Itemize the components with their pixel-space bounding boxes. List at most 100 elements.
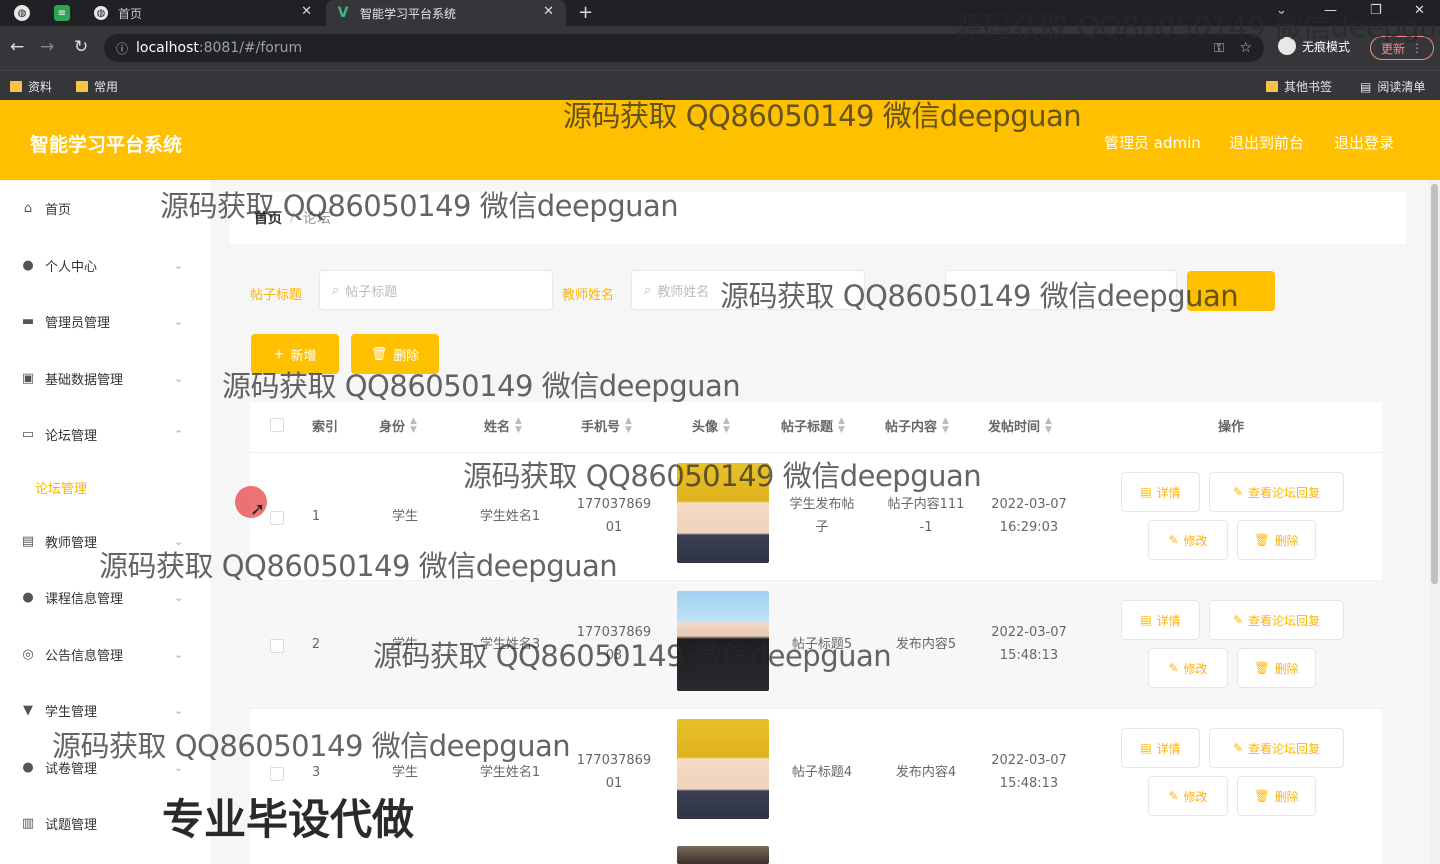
col-index[interactable]: 索引 xyxy=(312,416,338,435)
cell-title: 帖子标题4 xyxy=(778,761,866,784)
col-content[interactable]: 帖子内容 ▲ ▼ xyxy=(885,416,949,435)
col-title[interactable]: 帖子标题 ▲ ▼ xyxy=(781,416,845,435)
cell-time: 2022-03-07 15:48:13 xyxy=(982,621,1076,667)
sidebar-item-admins[interactable]: ▬ 管理员管理 ⌄ xyxy=(0,293,210,349)
sidebar-item-label: 试题管理 xyxy=(45,817,98,833)
app-shortcut-icon[interactable]: ≡ xyxy=(54,5,70,21)
content-line: 发布内容5 xyxy=(895,637,957,652)
select-all-checkbox[interactable] xyxy=(270,418,284,432)
row-checkbox[interactable] xyxy=(270,639,284,653)
row-checkbox[interactable] xyxy=(270,511,284,525)
trash-icon: 🗑 xyxy=(370,346,388,362)
sidebar-item-basedata[interactable]: ▣ 基础数据管理 ⌄ xyxy=(0,350,210,406)
col-role[interactable]: 身份 ▲ ▼ xyxy=(379,416,417,435)
sidebar-item-label: 管理员管理 xyxy=(45,315,111,331)
back-icon[interactable]: ← xyxy=(10,38,24,56)
sidebar-item-notices[interactable]: ◎ 公告信息管理 ⌄ xyxy=(0,626,210,682)
col-label: 头像 xyxy=(692,420,719,435)
chat-icon: ▭ xyxy=(21,426,35,442)
sidebar-item-label: 课程信息管理 xyxy=(45,591,124,607)
pencil-icon: ✎ xyxy=(1232,485,1244,499)
scrollbar-thumb[interactable] xyxy=(1431,184,1438,584)
phone-line: 177037869 xyxy=(576,497,652,512)
row-checkbox[interactable] xyxy=(270,767,284,781)
tab-close-icon[interactable]: ✕ xyxy=(301,4,312,19)
cell-phone: 177037869 01 xyxy=(568,493,660,539)
col-avatar[interactable]: 头像 ▲ ▼ xyxy=(692,416,730,435)
to-front-link[interactable]: 退出到前台 xyxy=(1229,132,1304,153)
col-phone[interactable]: 手机号 ▲ ▼ xyxy=(581,416,632,435)
info-icon[interactable]: ⓘ xyxy=(116,40,128,57)
cell-content: 帖子内容111 -1 xyxy=(878,493,974,539)
title-search-label: 帖子标题 xyxy=(250,288,303,303)
sidebar-item-label: 基础数据管理 xyxy=(45,372,124,388)
bookmark-folder-2[interactable]: 常用 xyxy=(76,78,118,95)
view-reply-button[interactable]: ✎ 查看论坛回复 xyxy=(1209,472,1344,512)
forward-icon[interactable]: → xyxy=(40,38,54,56)
col-label: 帖子标题 xyxy=(781,420,834,435)
cell-name: 学生姓名1 xyxy=(479,509,541,524)
pencil-icon: ✎ xyxy=(1168,533,1179,547)
col-label: 索引 xyxy=(312,420,339,435)
title-search-input[interactable]: ⌕ 帖子标题 xyxy=(319,270,553,310)
vue-logo-icon: V xyxy=(337,5,349,21)
detail-button[interactable]: ▤ 详情 xyxy=(1121,472,1200,512)
sort-icon: ▲ ▼ xyxy=(1045,415,1052,435)
view-reply-button[interactable]: ✎ 查看论坛回复 xyxy=(1209,728,1344,768)
detail-button[interactable]: ▤ 详情 xyxy=(1121,728,1200,768)
col-name[interactable]: 姓名 ▲ ▼ xyxy=(484,416,522,435)
edit-button[interactable]: ✎ 修改 xyxy=(1148,520,1228,560)
delete-button[interactable]: 🗑 删除 xyxy=(1237,776,1316,816)
browser-globe-icon[interactable]: ◍ xyxy=(14,5,30,21)
tab-close-icon[interactable]: ✕ xyxy=(543,4,554,19)
edit-button[interactable]: ✎ 修改 xyxy=(1148,776,1228,816)
date-line: 2022-03-07 xyxy=(991,497,1067,512)
cell-content: 发布内容4 xyxy=(878,761,974,784)
other-bookmarks[interactable]: 其他书签 xyxy=(1266,78,1332,95)
logout-link[interactable]: 退出登录 xyxy=(1334,132,1394,153)
reading-list[interactable]: ▤ 阅读清单 xyxy=(1360,78,1425,95)
date-line: 2022-03-07 xyxy=(991,753,1067,768)
reload-icon[interactable]: ↻ xyxy=(74,38,88,56)
tab-platform-label: 智能学习平台系统 xyxy=(360,6,457,21)
chevron-down-icon: ⌄ xyxy=(174,314,184,328)
op-label: 查看论坛回复 xyxy=(1248,613,1321,628)
cell-index: 2 xyxy=(311,637,321,652)
user-icon: ● xyxy=(22,589,34,605)
watermark: 源码获取 QQ86050149 微信deepguan xyxy=(222,369,741,403)
delete-button[interactable]: 🗑 删除 xyxy=(1237,648,1316,688)
bookmark-label: 阅读清单 xyxy=(1377,80,1426,94)
op-label: 详情 xyxy=(1156,485,1181,500)
watermark: 源码获取 QQ86050149 微信deepguan xyxy=(373,639,892,673)
submenu-forum-manage[interactable]: 论坛管理 xyxy=(0,462,210,512)
sort-icon: ▲ ▼ xyxy=(723,415,730,435)
op-label: 详情 xyxy=(1156,741,1181,756)
cell-index: 1 xyxy=(311,509,321,524)
document-icon: ▤ xyxy=(1140,485,1152,499)
promo-banner: 专业毕设代做 xyxy=(162,795,415,844)
detail-button[interactable]: ▤ 详情 xyxy=(1121,600,1200,640)
col-time[interactable]: 发帖时间 ▲ ▼ xyxy=(988,416,1052,435)
bookmark-label: 其他书签 xyxy=(1284,80,1333,94)
content-line: 发布内容4 xyxy=(895,765,957,780)
add-label: 新增 xyxy=(290,348,317,364)
tab-platform[interactable]: V 智能学习平台系统 ✕ xyxy=(326,0,566,26)
watermark: 源码获取 QQ86050149 微信deepguan xyxy=(99,549,618,583)
date-line: 2022-03-07 xyxy=(991,625,1067,640)
watermark: 源码获取 QQ86050149 微信deepguan xyxy=(463,459,982,493)
view-reply-button[interactable]: ✎ 查看论坛回复 xyxy=(1209,600,1344,640)
delete-button[interactable]: 🗑 删除 xyxy=(1237,520,1316,560)
box-icon: ▣ xyxy=(21,370,35,386)
tab-home[interactable]: ◍ 首页 ✕ xyxy=(84,0,324,26)
pencil-icon: ✎ xyxy=(1168,661,1179,675)
sidebar-item-label: 教师管理 xyxy=(45,535,98,551)
home-icon: ⌂ xyxy=(23,200,33,216)
bookmark-folder-1[interactable]: 资料 xyxy=(10,78,52,95)
sort-icon: ▲ ▼ xyxy=(410,415,417,435)
sidebar-item-forum[interactable]: ▭ 论坛管理 ⌃ xyxy=(0,406,210,462)
new-tab-icon[interactable]: + xyxy=(578,2,593,23)
op-label: 修改 xyxy=(1183,789,1208,804)
cell-time: 2022-03-07 16:29:03 xyxy=(982,493,1076,539)
sidebar-item-profile[interactable]: ● 个人中心 ⌄ xyxy=(0,237,210,293)
edit-button[interactable]: ✎ 修改 xyxy=(1148,648,1228,688)
